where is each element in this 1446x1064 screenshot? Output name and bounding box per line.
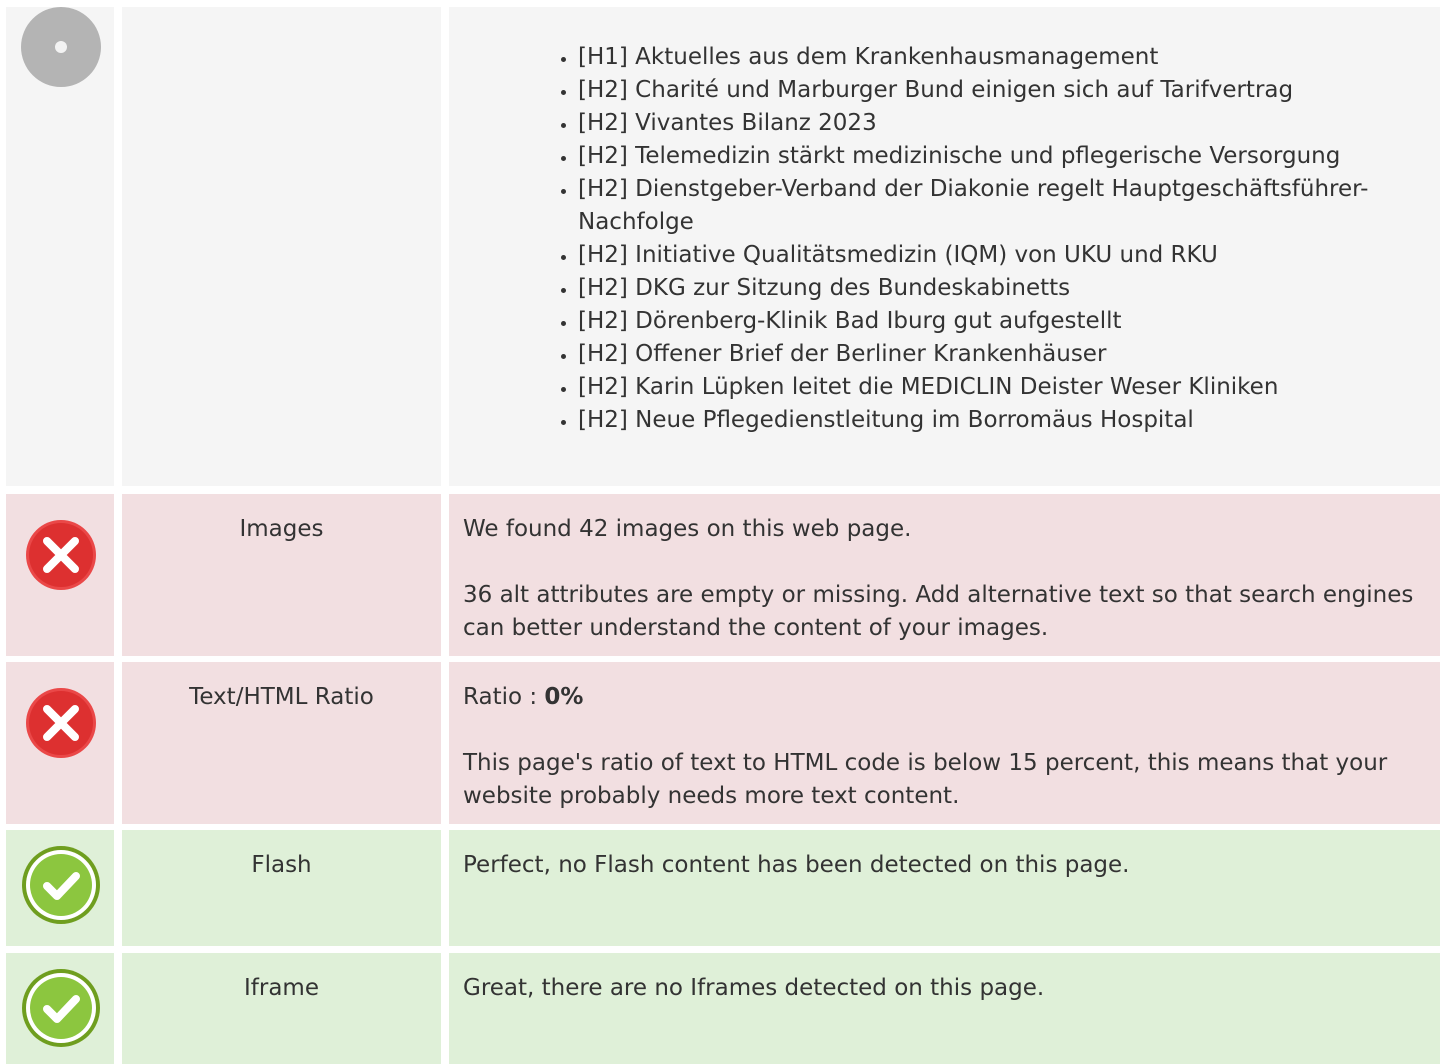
headings-status-cell <box>6 7 114 486</box>
images-content-cell: We found 42 images on this web page. 36 … <box>449 494 1440 656</box>
images-row: Images We found 42 images on this web pa… <box>0 494 1446 656</box>
images-status-cell <box>6 494 114 656</box>
images-count-text: We found 42 images on this web page. <box>463 516 912 542</box>
check-icon <box>22 969 100 1047</box>
flash-row: Flash Perfect, no Flash content has been… <box>0 830 1446 946</box>
heading-item: [H2] Dörenberg-Klinik Bad Iburg gut aufg… <box>578 305 1426 338</box>
iframe-label-cell: Iframe <box>122 953 441 1064</box>
ratio-value: 0% <box>544 684 584 710</box>
neutral-status-icon <box>21 7 101 87</box>
iframe-message: Great, there are no Iframes detected on … <box>463 975 1045 1001</box>
heading-item: [H2] Karin Lüpken leitet die MEDICLIN De… <box>578 371 1426 404</box>
heading-item: [H2] Neue Pflegedienstleitung im Borromä… <box>578 404 1426 437</box>
flash-label: Flash <box>251 852 312 878</box>
flash-content-cell: Perfect, no Flash content has been detec… <box>449 830 1440 946</box>
heading-item: [H2] Telemedizin stärkt medizinische und… <box>578 140 1426 173</box>
flash-status-cell <box>6 830 114 946</box>
heading-item: [H2] Vivantes Bilanz 2023 <box>578 107 1426 140</box>
ratio-label-cell: Text/HTML Ratio <box>122 662 441 824</box>
headings-row: [H1] Aktuelles aus dem Krankenhausmanage… <box>0 7 1446 486</box>
iframe-content-cell: Great, there are no Iframes detected on … <box>449 953 1440 1064</box>
check-icon <box>22 846 100 924</box>
flash-message: Perfect, no Flash content has been detec… <box>463 852 1130 878</box>
error-x-icon <box>26 688 96 758</box>
heading-item: [H2] Offener Brief der Berliner Krankenh… <box>578 338 1426 371</box>
ratio-line: Ratio : 0% <box>463 681 1426 714</box>
heading-item: [H2] DKG zur Sitzung des Bundeskabinetts <box>578 272 1426 305</box>
iframe-label: Iframe <box>244 975 319 1001</box>
iframe-status-cell <box>6 953 114 1064</box>
heading-item: [H1] Aktuelles aus dem Krankenhausmanage… <box>578 41 1426 74</box>
flash-label-cell: Flash <box>122 830 441 946</box>
ratio-description: This page's ratio of text to HTML code i… <box>463 750 1388 809</box>
images-label-cell: Images <box>122 494 441 656</box>
headings-label-cell <box>122 7 441 486</box>
images-alt-text: 36 alt attributes are empty or missing. … <box>463 582 1414 641</box>
images-label: Images <box>239 516 324 542</box>
iframe-row: Iframe Great, there are no Iframes detec… <box>0 953 1446 1064</box>
heading-item: [H2] Initiative Qualitätsmedizin (IQM) v… <box>578 239 1426 272</box>
headings-list: [H1] Aktuelles aus dem Krankenhausmanage… <box>463 41 1426 437</box>
ratio-status-cell <box>6 662 114 824</box>
headings-content-cell: [H1] Aktuelles aus dem Krankenhausmanage… <box>449 7 1440 486</box>
error-x-icon <box>26 520 96 590</box>
text-html-ratio-row: Text/HTML Ratio Ratio : 0% This page's r… <box>0 662 1446 824</box>
ratio-prefix: Ratio : <box>463 684 545 710</box>
ratio-content-cell: Ratio : 0% This page's ratio of text to … <box>449 662 1440 824</box>
ratio-label: Text/HTML Ratio <box>189 684 374 710</box>
heading-item: [H2] Charité und Marburger Bund einigen … <box>578 74 1426 107</box>
heading-item: [H2] Dienstgeber-Verband der Diakonie re… <box>578 173 1426 239</box>
